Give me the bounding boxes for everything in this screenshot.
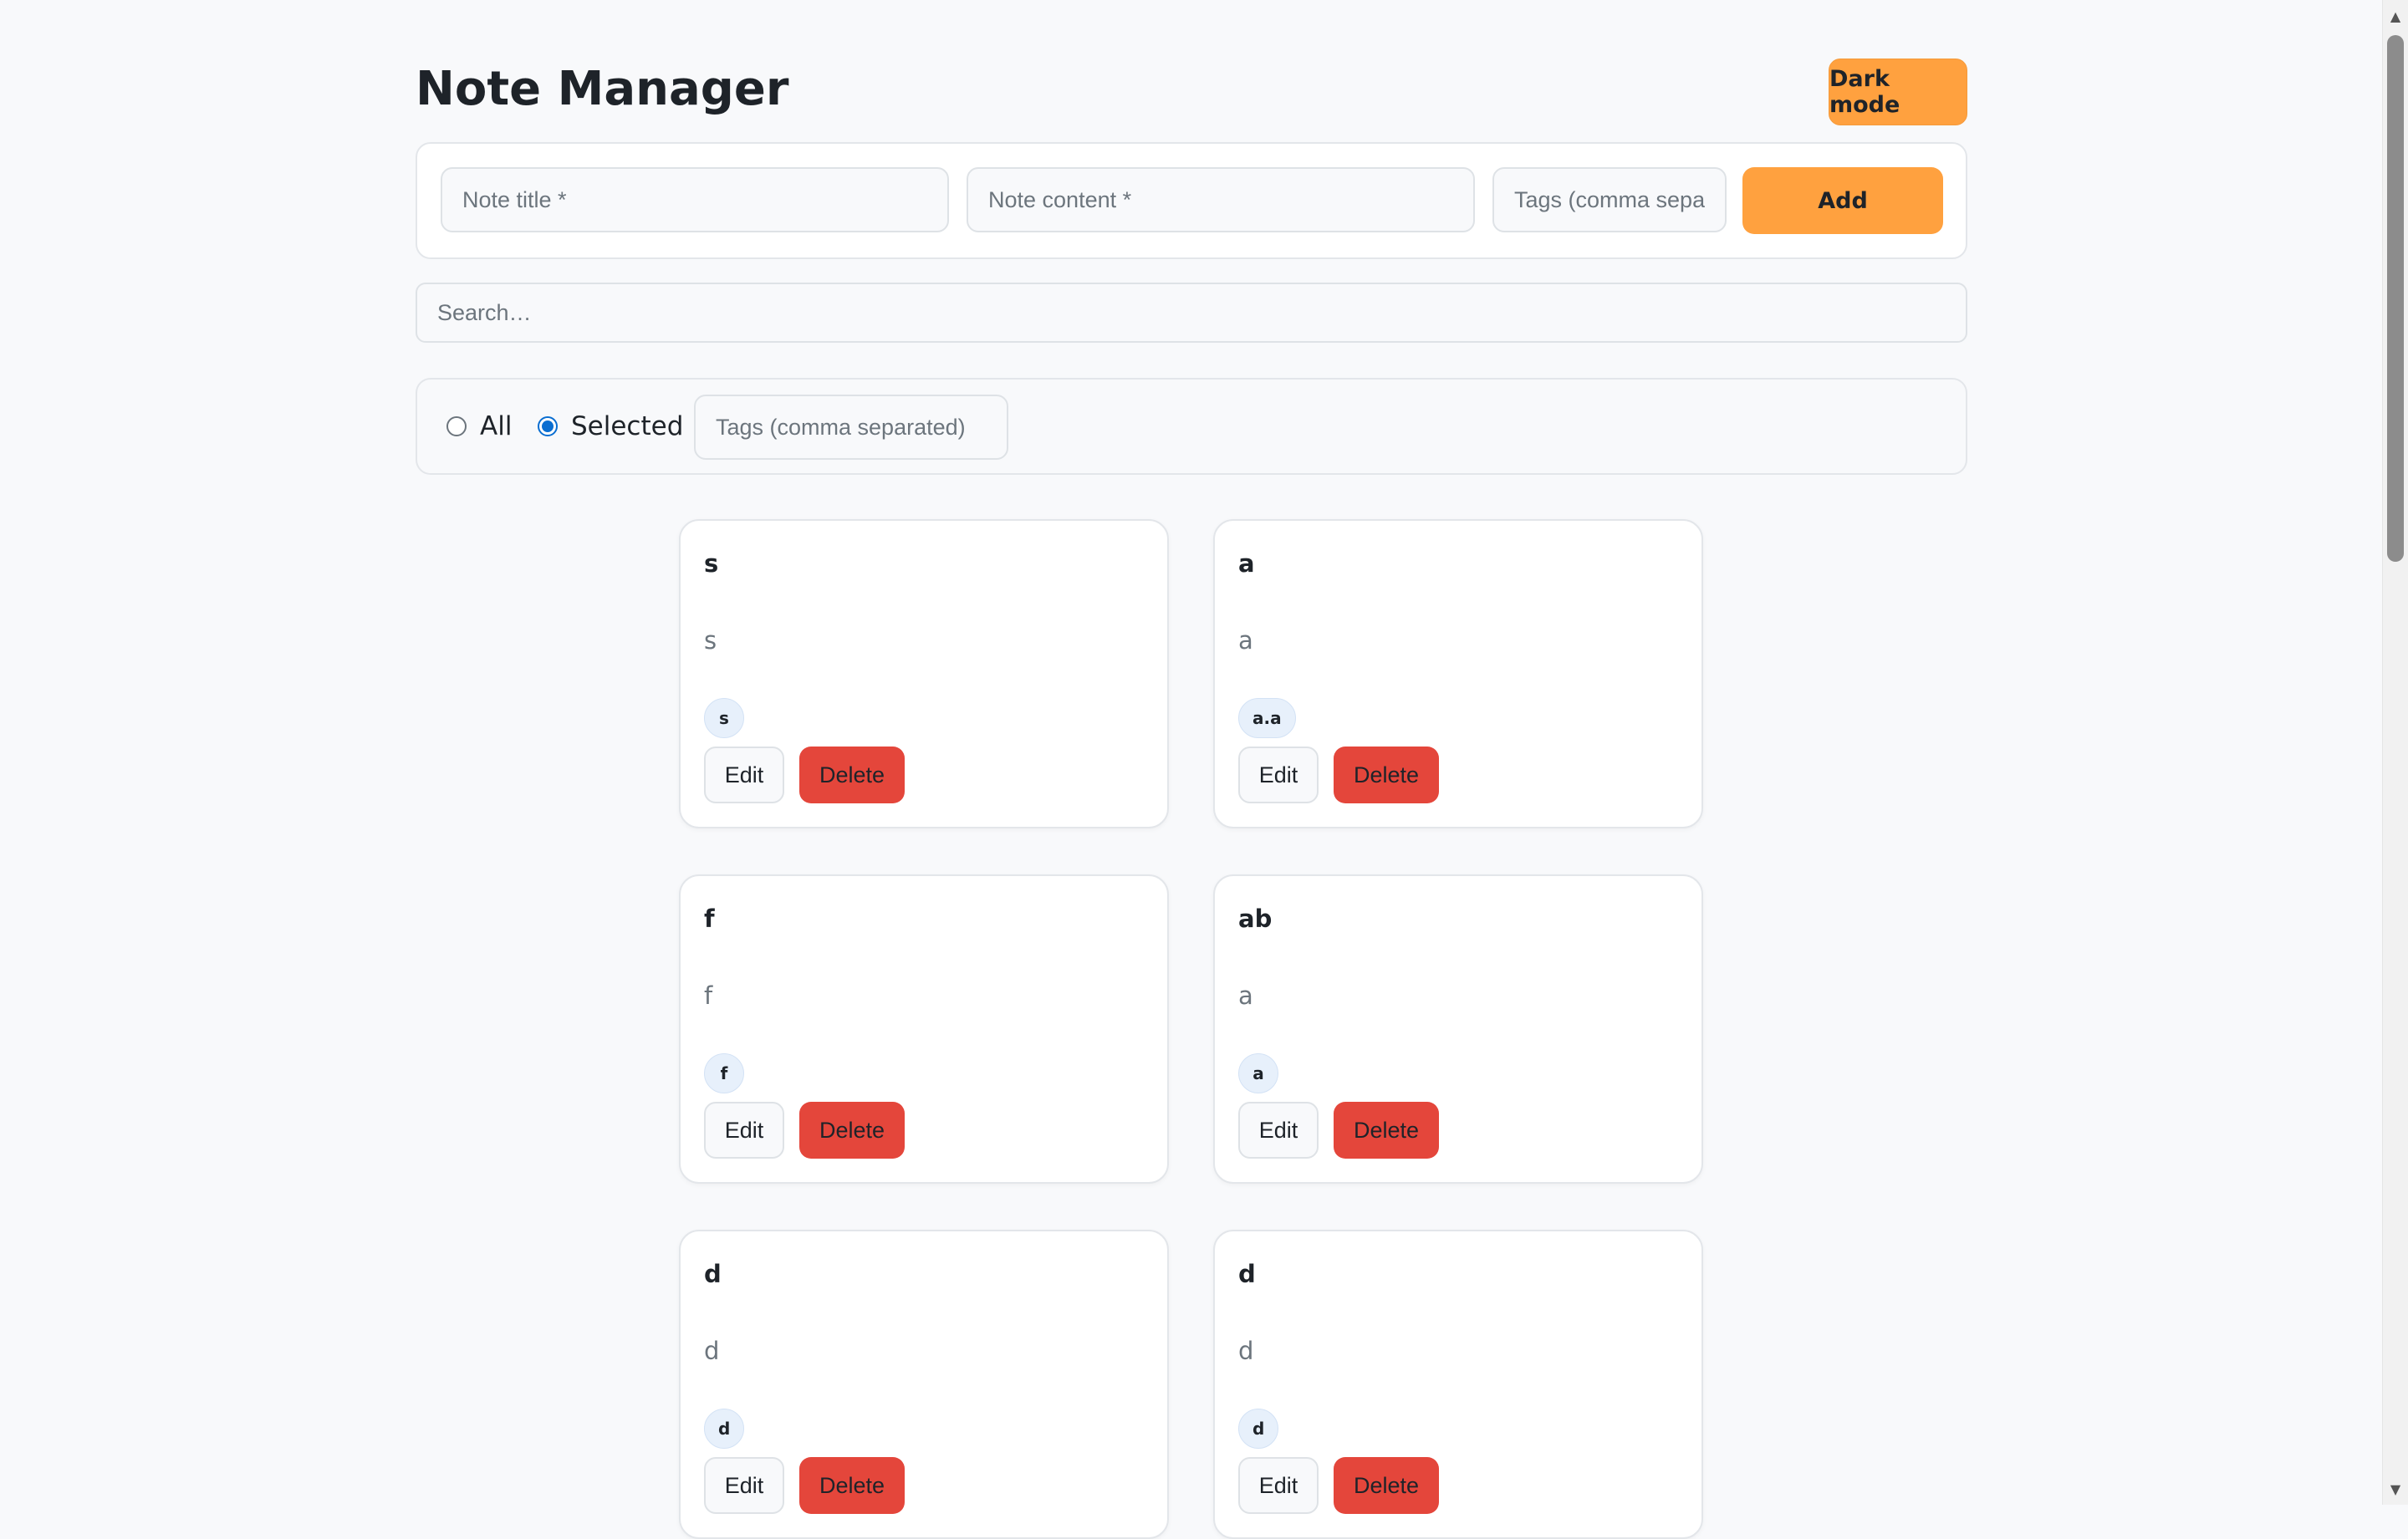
filter-selected-radio[interactable] [538, 416, 558, 436]
note-title: f [704, 905, 715, 933]
note-title: a [1238, 549, 1255, 578]
tag-filter-panel: All Selected [416, 378, 1967, 475]
note-manager-page: Note Manager Dark mode Add All Selected … [0, 0, 2383, 1539]
note-content: f [704, 981, 713, 1010]
edit-button[interactable]: Edit [704, 747, 784, 803]
add-note-button[interactable]: Add [1742, 167, 1943, 234]
note-title-input[interactable] [441, 167, 949, 232]
note-tag: f [704, 1053, 744, 1093]
filter-all-label: All [480, 411, 513, 441]
dark-mode-button[interactable]: Dark mode [1829, 59, 1967, 125]
delete-button[interactable]: Delete [1334, 1102, 1439, 1159]
note-content-input[interactable] [967, 167, 1475, 232]
filter-selected-label: Selected [571, 411, 684, 441]
note-tag: d [1238, 1409, 1279, 1449]
scroll-down-icon[interactable]: ▼ [2383, 1476, 2408, 1501]
header: Note Manager Dark mode [416, 59, 1967, 125]
filter-selected-option[interactable]: Selected [538, 380, 683, 473]
note-tag: a.a [1238, 698, 1296, 738]
edit-button[interactable]: Edit [1238, 1457, 1319, 1514]
note-content: a [1238, 981, 1253, 1010]
note-tag: d [704, 1409, 745, 1449]
note-content: a [1238, 626, 1253, 655]
vertical-scrollbar[interactable]: ▲ ▼ [2382, 0, 2408, 1505]
note-content: d [704, 1337, 720, 1365]
edit-button[interactable]: Edit [704, 1457, 784, 1514]
note-tags-input[interactable] [1492, 167, 1727, 232]
edit-button[interactable]: Edit [1238, 747, 1319, 803]
note-title: d [704, 1260, 722, 1288]
filter-all-radio[interactable] [446, 416, 467, 436]
note-tag: s [704, 698, 744, 738]
scrollbar-thumb[interactable] [2387, 35, 2404, 562]
delete-button[interactable]: Delete [799, 1457, 905, 1514]
note-title: s [704, 549, 719, 578]
note-content: s [704, 626, 717, 655]
filter-all-option[interactable]: All [446, 380, 512, 473]
note-card: d d d Edit Delete [679, 1230, 1169, 1539]
delete-button[interactable]: Delete [799, 1102, 905, 1159]
delete-button[interactable]: Delete [799, 747, 905, 803]
note-card: ab a a Edit Delete [1213, 874, 1703, 1184]
edit-button[interactable]: Edit [1238, 1102, 1319, 1159]
note-tag: a [1238, 1053, 1278, 1093]
scroll-up-icon[interactable]: ▲ [2383, 3, 2408, 28]
search-input[interactable] [416, 283, 1967, 343]
note-card: d d d Edit Delete [1213, 1230, 1703, 1539]
delete-button[interactable]: Delete [1334, 747, 1439, 803]
note-card: a a a.a Edit Delete [1213, 519, 1703, 828]
note-card: s s s Edit Delete [679, 519, 1169, 828]
filter-tags-input[interactable] [694, 395, 1008, 460]
add-note-form: Add [416, 142, 1967, 259]
note-card: f f f Edit Delete [679, 874, 1169, 1184]
delete-button[interactable]: Delete [1334, 1457, 1439, 1514]
edit-button[interactable]: Edit [704, 1102, 784, 1159]
page-title: Note Manager [416, 62, 789, 116]
note-title: d [1238, 1260, 1256, 1288]
note-content: d [1238, 1337, 1254, 1365]
note-title: ab [1238, 905, 1273, 933]
